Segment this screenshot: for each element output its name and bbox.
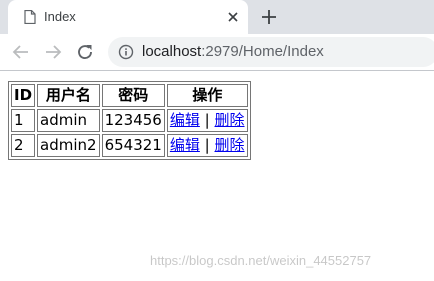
cell-id: 1: [11, 109, 36, 132]
action-separator: |: [204, 136, 210, 154]
cell-actions: 编辑 | 删除: [166, 134, 248, 157]
url-text: localhost:2979/Home/Index: [142, 43, 324, 60]
action-separator: |: [204, 111, 210, 129]
column-header-password: 密码: [101, 84, 165, 107]
forward-arrow-icon[interactable]: [42, 41, 64, 63]
column-header-username: 用户名: [37, 84, 100, 107]
users-table: ID 用户名 密码 操作 1 admin 123456 编辑 | 删除 2 ad…: [8, 81, 251, 160]
cell-actions: 编辑 | 删除: [166, 109, 248, 132]
close-icon[interactable]: [226, 10, 240, 24]
document-icon: [24, 10, 36, 24]
url-path: :2979/Home/Index: [201, 43, 324, 60]
delete-link[interactable]: 删除: [215, 136, 245, 154]
cell-password: 123456: [101, 109, 165, 132]
watermark: https://blog.csdn.net/weixin_44552757: [150, 253, 372, 268]
url-host: localhost: [142, 43, 202, 60]
back-arrow-icon[interactable]: [10, 41, 32, 63]
table-row: 1 admin 123456 编辑 | 删除: [11, 109, 248, 132]
tab-strip: Index: [0, 0, 434, 34]
plus-icon[interactable]: [260, 8, 278, 26]
edit-link[interactable]: 编辑: [170, 136, 200, 154]
cell-id: 2: [11, 134, 36, 157]
cell-username: admin2: [37, 134, 100, 157]
delete-link[interactable]: 删除: [215, 111, 245, 129]
browser-toolbar: localhost:2979/Home/Index: [0, 34, 434, 71]
cell-password: 654321: [101, 134, 165, 157]
page-content: ID 用户名 密码 操作 1 admin 123456 编辑 | 删除 2 ad…: [0, 71, 434, 281]
table-header-row: ID 用户名 密码 操作: [11, 84, 248, 107]
cell-username: admin: [37, 109, 100, 132]
column-header-actions: 操作: [166, 84, 248, 107]
address-bar[interactable]: localhost:2979/Home/Index: [108, 37, 434, 67]
edit-link[interactable]: 编辑: [170, 111, 200, 129]
info-icon[interactable]: [118, 44, 134, 60]
reload-icon[interactable]: [74, 41, 96, 63]
column-header-id: ID: [11, 84, 36, 107]
table-row: 2 admin2 654321 编辑 | 删除: [11, 134, 248, 157]
browser-tab[interactable]: Index: [8, 0, 248, 34]
tab-title: Index: [44, 9, 76, 24]
